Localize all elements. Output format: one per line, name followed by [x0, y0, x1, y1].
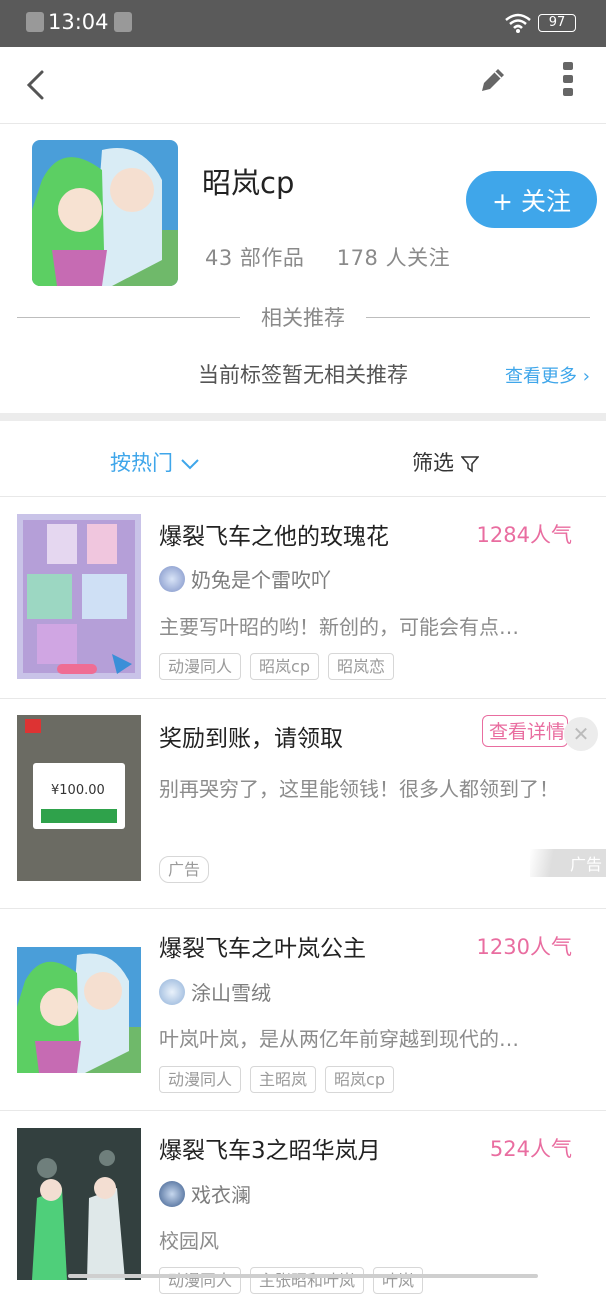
avatar [159, 565, 185, 592]
tag-chip[interactable]: 动漫同人 [159, 653, 242, 680]
tag-list: 动漫同人 主张昭和叶岚 叶岚 [159, 1267, 424, 1294]
ad-image: ¥100.00 [17, 715, 141, 881]
status-time: 13:04 [48, 10, 109, 34]
work-cover-image [17, 514, 141, 679]
work-summary: 校园风 [159, 1229, 219, 1253]
ad-tag: 广告 [159, 856, 210, 883]
ad-item[interactable]: ¥100.00 奖励到账，请领取 查看详情 ✕ 别再哭穷了，这里能领钱！很多人都… [0, 699, 606, 909]
ad-summary: 别再哭穷了，这里能领钱！很多人都领到了！ [159, 777, 559, 801]
author[interactable]: 涂山雪绒 [159, 977, 271, 1006]
list-item[interactable]: 爆裂飞车3之昭华岚月 524人气 戏衣澜 校园风 动漫同人 主张昭和叶岚 叶岚 [0, 1111, 606, 1294]
sort-dropdown[interactable]: 按热门 [110, 447, 200, 477]
popularity-count: 1284人气 [476, 523, 572, 547]
ad-mark-label: 广告 [569, 855, 602, 874]
tag-title: 昭岚cp [202, 166, 295, 200]
funnel-icon [460, 456, 480, 473]
close-icon[interactable]: ✕ [564, 717, 598, 751]
battery-level: 97 [548, 15, 566, 30]
notification-icon [114, 12, 132, 32]
chevron-down-icon [180, 459, 199, 470]
tag-chip[interactable]: 叶岚 [373, 1267, 424, 1294]
top-bar [0, 47, 606, 124]
followers-label: 人关注 [385, 246, 451, 270]
filter-label: 筛选 [412, 451, 454, 475]
works-label: 部作品 [239, 246, 305, 270]
tag-cover-image [32, 140, 178, 286]
work-cover-image [17, 947, 141, 1073]
list-item[interactable]: 爆裂飞车之叶岚公主 1230人气 涂山雪绒 叶岚叶岚，是从两亿年前穿越到现代的…… [0, 909, 606, 1111]
tag-chip[interactable]: 昭岚恋 [327, 653, 394, 680]
author[interactable]: 戏衣澜 [159, 1179, 251, 1208]
tag-header: 昭岚cp + 关注 43 部作品 178 人关注 相关推荐 当前标签暂无相关推荐… [0, 124, 606, 413]
work-summary: 叶岚叶岚，是从两亿年前穿越到现代的… [159, 1027, 519, 1051]
filter-button[interactable]: 筛选 [412, 447, 480, 477]
wifi-icon [505, 13, 531, 33]
avatar [159, 1180, 185, 1207]
followers-count: 178 [336, 246, 379, 270]
avatar [159, 978, 185, 1005]
more-vertical-icon[interactable] [561, 61, 575, 97]
tag-list: 动漫同人 昭岚cp 昭岚恋 [159, 653, 394, 680]
work-cover-image [17, 1128, 141, 1280]
home-indicator[interactable] [68, 1274, 538, 1278]
tag-chip[interactable]: 昭岚cp [325, 1066, 394, 1093]
works-count: 43 [205, 246, 233, 270]
tag-stats: 43 部作品 178 人关注 [205, 242, 450, 272]
work-title: 爆裂飞车之他的玫瑰花 [159, 524, 389, 550]
section-divider [0, 413, 606, 421]
battery-icon: 97 [538, 14, 576, 32]
author-name: 奶兔是个雷吹吖 [191, 568, 331, 592]
work-summary: 主要写叶昭的哟！新创的，可能会有点… [159, 615, 519, 639]
tag-chip[interactable]: 主昭岚 [250, 1066, 317, 1093]
popularity-count: 524人气 [489, 1137, 572, 1161]
list-item[interactable]: 爆裂飞车之他的玫瑰花 1284人气 奶兔是个雷吹吖 主要写叶昭的哟！新创的，可能… [0, 497, 606, 699]
ad-image-amount: ¥100.00 [51, 783, 105, 798]
pencil-icon[interactable] [478, 65, 508, 95]
view-details-button[interactable]: 查看详情 [482, 715, 568, 747]
filter-bar: 按热门 筛选 [0, 421, 606, 497]
ad-mark: 广告 [530, 849, 606, 877]
see-more-link[interactable]: 查看更多 › [505, 362, 590, 388]
follow-button[interactable]: + 关注 [466, 171, 597, 228]
tag-chip[interactable]: 昭岚cp [250, 653, 319, 680]
work-title: 爆裂飞车之叶岚公主 [159, 936, 366, 962]
back-arrow-icon[interactable] [24, 69, 46, 101]
notification-icon [26, 12, 44, 32]
tag-list: 动漫同人 主昭岚 昭岚cp [159, 1066, 394, 1093]
divider [366, 317, 590, 318]
status-bar: 13:04 97 [0, 0, 606, 47]
chevron-right-icon: › [577, 366, 590, 387]
tag-chip[interactable]: 动漫同人 [159, 1066, 242, 1093]
tag-chip[interactable]: 动漫同人 [159, 1267, 242, 1294]
author[interactable]: 奶兔是个雷吹吖 [159, 564, 331, 593]
popularity-count: 1230人气 [476, 935, 572, 959]
author-name: 涂山雪绒 [191, 981, 271, 1005]
work-title: 爆裂飞车3之昭华岚月 [159, 1138, 381, 1164]
sort-label: 按热门 [110, 451, 173, 475]
ad-title: 奖励到账，请领取 [159, 726, 343, 752]
author-name: 戏衣澜 [191, 1183, 251, 1207]
tag-chip[interactable]: 主张昭和叶岚 [250, 1267, 365, 1294]
see-more-label: 查看更多 [505, 366, 577, 387]
